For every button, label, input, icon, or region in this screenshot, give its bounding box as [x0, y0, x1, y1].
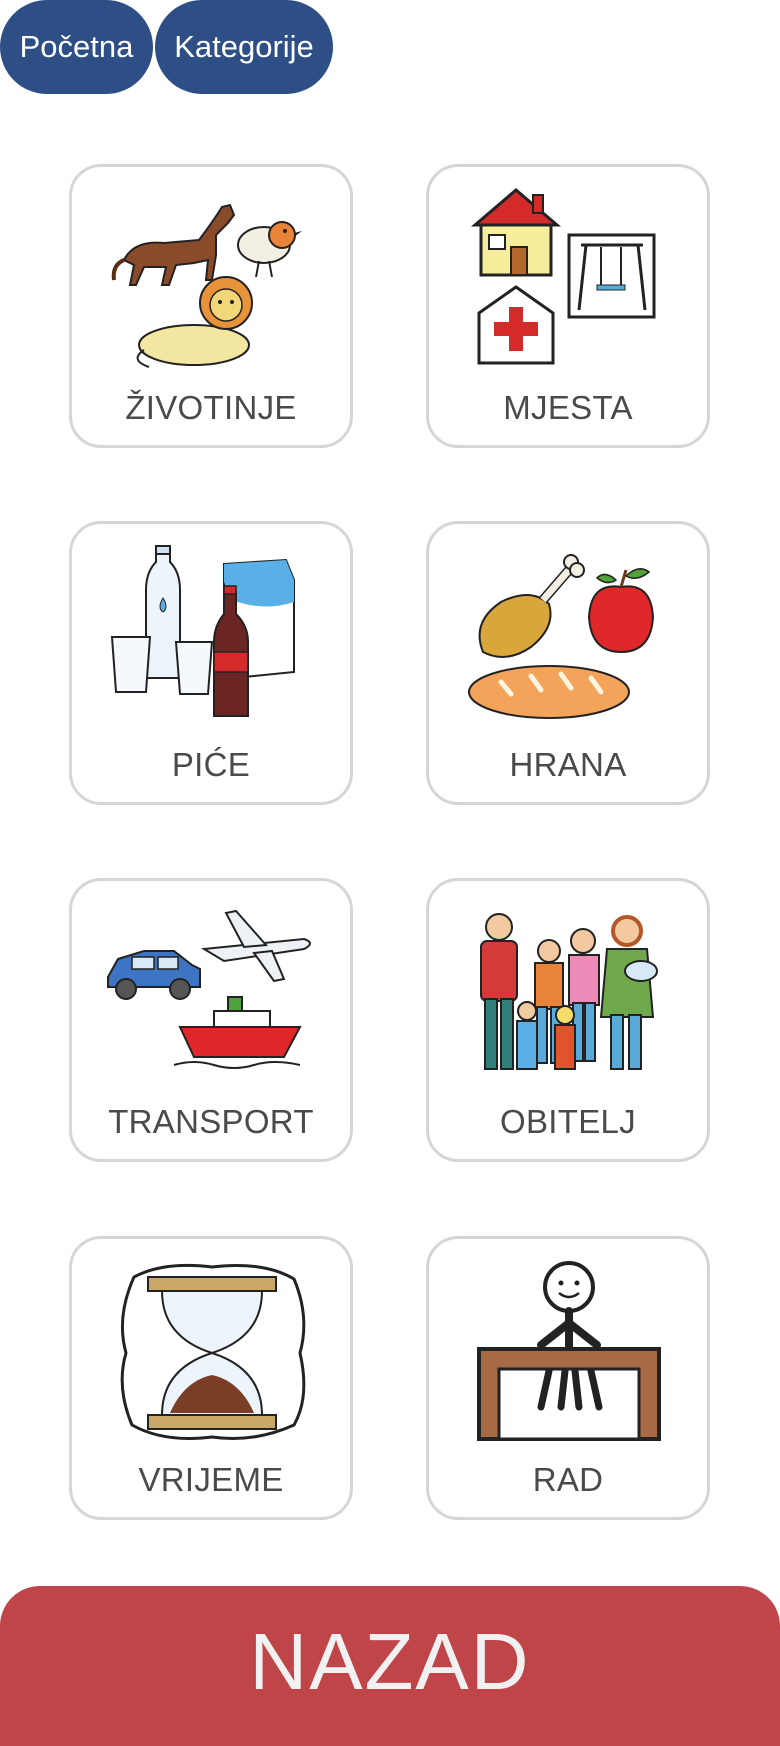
category-tile-time[interactable]: VRIJEME [69, 1236, 353, 1520]
category-tile-places[interactable]: MJESTA [426, 164, 710, 448]
tile-label: TRANSPORT [108, 1103, 314, 1140]
tile-label: HRANA [509, 746, 627, 783]
category-tile-transport[interactable]: TRANSPORT [69, 878, 353, 1162]
work-icon [477, 1261, 661, 1441]
food-icon [468, 554, 655, 719]
category-tile-work[interactable]: RAD [426, 1236, 710, 1520]
category-tile-food[interactable]: HRANA [426, 521, 710, 805]
nav-home-button[interactable]: Početna [0, 0, 153, 94]
hourglass-icon [120, 1263, 306, 1440]
back-button[interactable]: NAZAD [0, 1586, 780, 1746]
category-tile-family[interactable]: OBITELJ [426, 878, 710, 1162]
tile-label: VRIJEME [138, 1461, 284, 1498]
transport-icon [107, 909, 311, 1069]
drinks-icon [110, 545, 295, 717]
tile-label: OBITELJ [500, 1103, 636, 1140]
tile-label: MJESTA [503, 389, 633, 426]
nav-categories-button[interactable]: Kategorije [155, 0, 333, 94]
family-icon [480, 913, 658, 1070]
animals-icon [111, 203, 302, 368]
category-tile-animals[interactable]: ŽIVOTINJE [69, 164, 353, 448]
tile-label: PIĆE [171, 746, 251, 783]
tile-label: RAD [532, 1461, 604, 1498]
tile-label: ŽIVOTINJE [125, 389, 297, 426]
category-tile-drinks[interactable]: PIĆE [69, 521, 353, 805]
places-icon [470, 188, 656, 365]
